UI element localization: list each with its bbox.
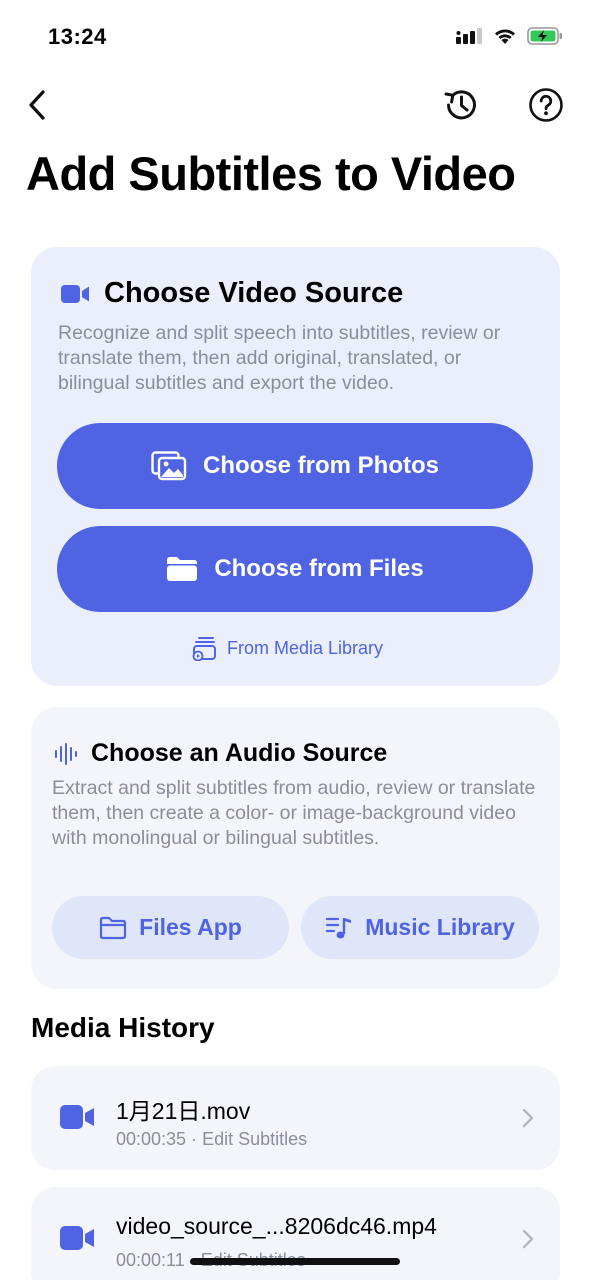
video-source-title: Choose Video Source [104, 277, 404, 309]
video-camera-icon [59, 1225, 95, 1256]
help-button[interactable] [528, 87, 564, 123]
back-button[interactable] [22, 86, 52, 124]
nav-bar [0, 82, 591, 128]
files-app-button[interactable]: Files App [52, 896, 289, 959]
audio-source-card: Choose an Audio Source Extract and split… [31, 707, 560, 989]
status-bar: 13:24 [0, 0, 591, 70]
media-library-icon [191, 635, 217, 661]
signal-icon [455, 27, 483, 50]
folder-outline-icon [99, 916, 127, 940]
from-media-library-link[interactable]: From Media Library [191, 635, 383, 661]
history-item[interactable]: 1月21日.mov 00:00:35 · Edit Subtitles [31, 1066, 560, 1170]
music-library-button[interactable]: Music Library [301, 896, 539, 959]
help-icon [529, 88, 563, 122]
battery-icon [527, 26, 563, 51]
history-item[interactable]: video_source_...8206dc46.mp4 00:00:11 · … [31, 1187, 560, 1280]
files-app-label: Files App [139, 914, 242, 940]
history-item-name: video_source_...8206dc46.mp4 [116, 1213, 437, 1239]
audio-source-description: Extract and split subtitles from audio, … [52, 777, 536, 849]
video-source-header: Choose Video Source [60, 277, 403, 310]
chevron-right-icon [522, 1108, 534, 1133]
music-library-label: Music Library [365, 914, 515, 940]
chevron-right-icon [522, 1229, 534, 1254]
audio-source-title: Choose an Audio Source [91, 739, 388, 767]
status-time: 13:24 [48, 24, 107, 49]
video-camera-icon [61, 284, 89, 303]
choose-from-photos-button[interactable]: Choose from Photos [57, 423, 533, 509]
home-indicator [190, 1258, 400, 1265]
from-media-library-label: From Media Library [227, 637, 384, 658]
music-list-icon [325, 915, 353, 941]
choose-from-photos-label: Choose from Photos [202, 452, 439, 479]
video-camera-icon [59, 1104, 95, 1135]
history-item-meta: 00:00:35 · Edit Subtitles [116, 1129, 308, 1149]
choose-from-files-label: Choose from Files [214, 555, 424, 582]
choose-from-files-button[interactable]: Choose from Files [57, 526, 533, 612]
audio-source-header: Choose an Audio Source [53, 739, 387, 768]
history-button[interactable] [442, 86, 480, 124]
history-icon [444, 90, 476, 120]
photos-icon [151, 451, 187, 481]
waveform-icon [55, 742, 77, 765]
media-history-title: Media History [31, 1012, 215, 1043]
folder-icon [166, 556, 198, 582]
history-item-name: 1月21日.mov [116, 1098, 251, 1124]
status-icons [455, 26, 563, 51]
video-source-description: Recognize and split speech into subtitle… [58, 322, 501, 394]
back-chevron-icon [29, 90, 45, 120]
wifi-icon [493, 27, 517, 50]
page-title: Add Subtitles to Video [26, 147, 516, 200]
video-source-card: Choose Video Source Recognize and split … [31, 247, 560, 686]
